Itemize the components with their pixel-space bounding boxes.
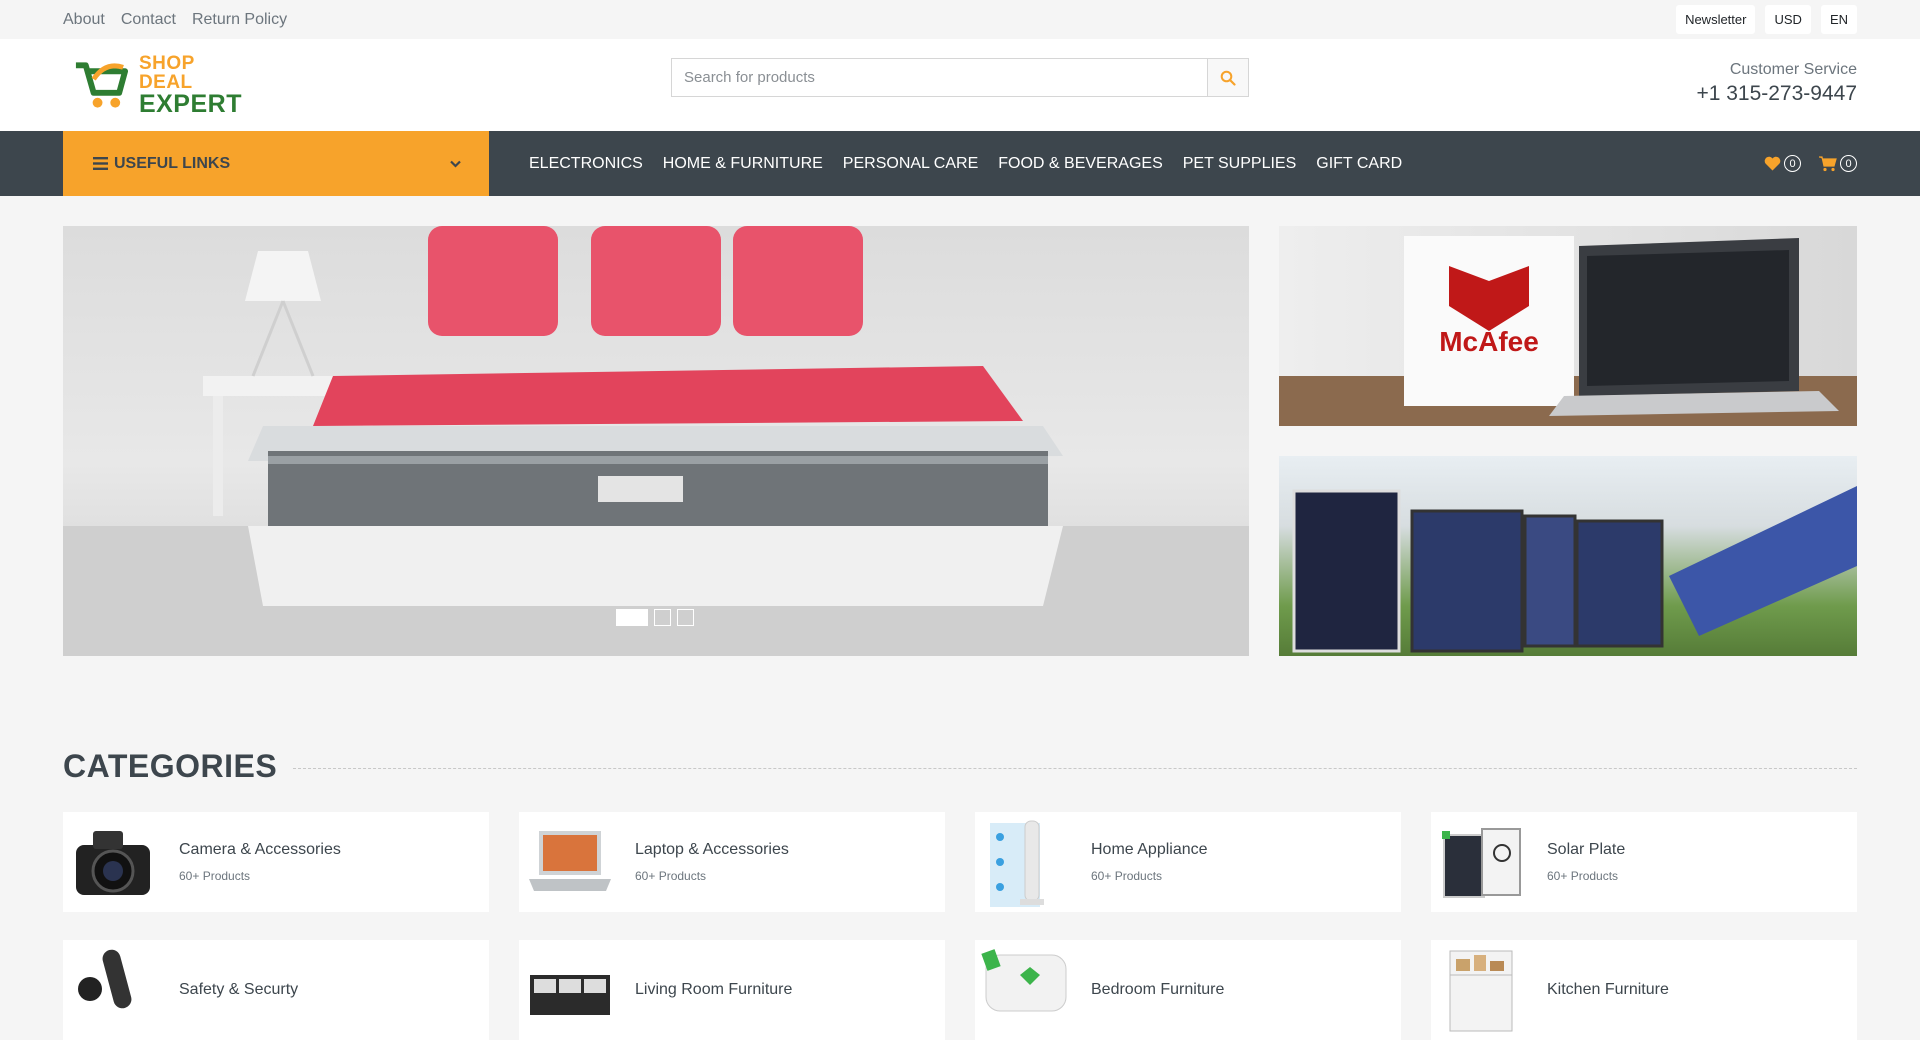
category-name: Safety & Securty — [179, 981, 299, 998]
solar-panel-icon — [1442, 828, 1521, 898]
useful-links-dropdown[interactable]: USEFUL LINKS — [63, 131, 489, 196]
solar-panels-image — [1292, 486, 1857, 653]
cart-icon — [1819, 155, 1837, 171]
logo-line1: SHOP DEAL — [138, 52, 195, 93]
search-icon — [1220, 70, 1236, 86]
search-button[interactable] — [1207, 59, 1248, 96]
category-card-living-room[interactable]: Living Room Furniture — [519, 940, 945, 1040]
category-card-laptop[interactable]: Laptop & Accessories 60+ Products — [519, 812, 945, 912]
category-name: Home Appliance — [1091, 841, 1208, 858]
cabinet-icon — [1449, 950, 1513, 1032]
heart-icon — [1764, 156, 1781, 171]
customer-service-label: Customer Service — [1729, 61, 1857, 78]
category-card-home-appliance[interactable]: Home Appliance 60+ Products — [975, 812, 1401, 912]
categories-title: CATEGORIES — [63, 748, 278, 784]
fan-icon — [990, 820, 1044, 907]
category-card-safety[interactable]: Safety & Securty — [63, 940, 489, 1040]
cart-count: 0 — [1840, 155, 1857, 172]
header: SHOP DEAL EXPERT Customer Service +1 315… — [0, 39, 1920, 131]
categories-header: CATEGORIES — [63, 748, 1857, 785]
category-name: Kitchen Furniture — [1547, 981, 1669, 998]
carousel-dots — [616, 609, 694, 626]
category-name: Living Room Furniture — [635, 981, 793, 998]
mcafee-logo-text: McAfee — [1439, 326, 1539, 357]
category-name: Camera & Accessories — [179, 841, 341, 858]
solar-banner[interactable] — [1279, 456, 1857, 656]
nav-electronics[interactable]: ELECTRONICS — [529, 155, 643, 173]
category-card-bedroom[interactable]: Bedroom Furniture — [975, 940, 1401, 1040]
top-bar: About Contact Return Policy Newsletter U… — [0, 0, 1920, 39]
category-card-solar-plate[interactable]: Solar Plate 60+ Products — [1431, 812, 1857, 912]
category-card-camera[interactable]: Camera & Accessories 60+ Products — [63, 812, 489, 912]
mcafee-laptop-image: McAfee — [1279, 236, 1857, 426]
bed-mattress-image — [63, 226, 1249, 656]
divider — [293, 768, 1857, 769]
laptop-icon — [529, 831, 611, 891]
nav-personal-care[interactable]: PERSONAL CARE — [843, 155, 978, 173]
category-name: Solar Plate — [1547, 841, 1626, 858]
wishlist-count: 0 — [1784, 155, 1801, 172]
about-link[interactable]: About — [63, 11, 105, 29]
logo-line2: EXPERT — [138, 89, 242, 118]
camera-icon — [76, 831, 150, 895]
category-name: Bedroom Furniture — [1091, 981, 1225, 998]
carousel-dot-3[interactable] — [677, 609, 694, 626]
menu-icon — [93, 157, 108, 170]
search-input[interactable] — [672, 59, 1207, 96]
security-icon — [78, 949, 132, 1009]
category-count: 60+ Products — [1091, 869, 1163, 883]
top-pills: Newsletter USD EN — [1676, 5, 1857, 34]
wishlist-button[interactable]: 0 — [1764, 155, 1801, 172]
main-nav: USEFUL LINKS ELECTRONICS HOME & FURNITUR… — [0, 131, 1920, 196]
cart-logo-icon — [75, 62, 129, 108]
contact-link[interactable]: Contact — [121, 11, 176, 29]
nav-icons: 0 0 — [1764, 131, 1857, 196]
nav-food-beverages[interactable]: FOOD & BEVERAGES — [998, 155, 1162, 173]
category-count: 60+ Products — [1547, 869, 1619, 883]
search-bar — [671, 58, 1249, 97]
category-count: 60+ Products — [179, 869, 251, 883]
shelf-icon — [530, 975, 610, 1015]
nav-home-furniture[interactable]: HOME & FURNITURE — [663, 155, 823, 173]
cart-button[interactable]: 0 — [1819, 155, 1857, 172]
category-card-kitchen[interactable]: Kitchen Furniture — [1431, 940, 1857, 1040]
category-count: 60+ Products — [635, 869, 707, 883]
mcafee-banner[interactable]: McAfee — [1279, 226, 1857, 426]
carousel-dot-1[interactable] — [616, 609, 648, 626]
pillow-icon — [981, 949, 1067, 1012]
nav-gift-card[interactable]: GIFT CARD — [1316, 155, 1402, 173]
category-name: Laptop & Accessories — [635, 841, 789, 858]
newsletter-button[interactable]: Newsletter — [1676, 5, 1756, 34]
carousel-dot-2[interactable] — [654, 609, 671, 626]
logo[interactable]: SHOP DEAL EXPERT — [72, 54, 252, 117]
language-selector[interactable]: EN — [1820, 5, 1857, 34]
customer-service-phone[interactable]: +1 315-273-9447 — [1696, 82, 1857, 106]
hero-carousel[interactable] — [63, 226, 1249, 656]
nav-pet-supplies[interactable]: PET SUPPLIES — [1183, 155, 1297, 173]
return-policy-link[interactable]: Return Policy — [192, 11, 287, 29]
customer-service: Customer Service +1 315-273-9447 — [1696, 61, 1857, 106]
useful-links-label: USEFUL LINKS — [114, 154, 231, 172]
currency-selector[interactable]: USD — [1765, 5, 1811, 34]
nav-items: ELECTRONICS HOME & FURNITURE PERSONAL CA… — [529, 131, 1402, 196]
top-links: About Contact Return Policy — [63, 11, 287, 29]
chevron-down-icon — [450, 160, 461, 168]
